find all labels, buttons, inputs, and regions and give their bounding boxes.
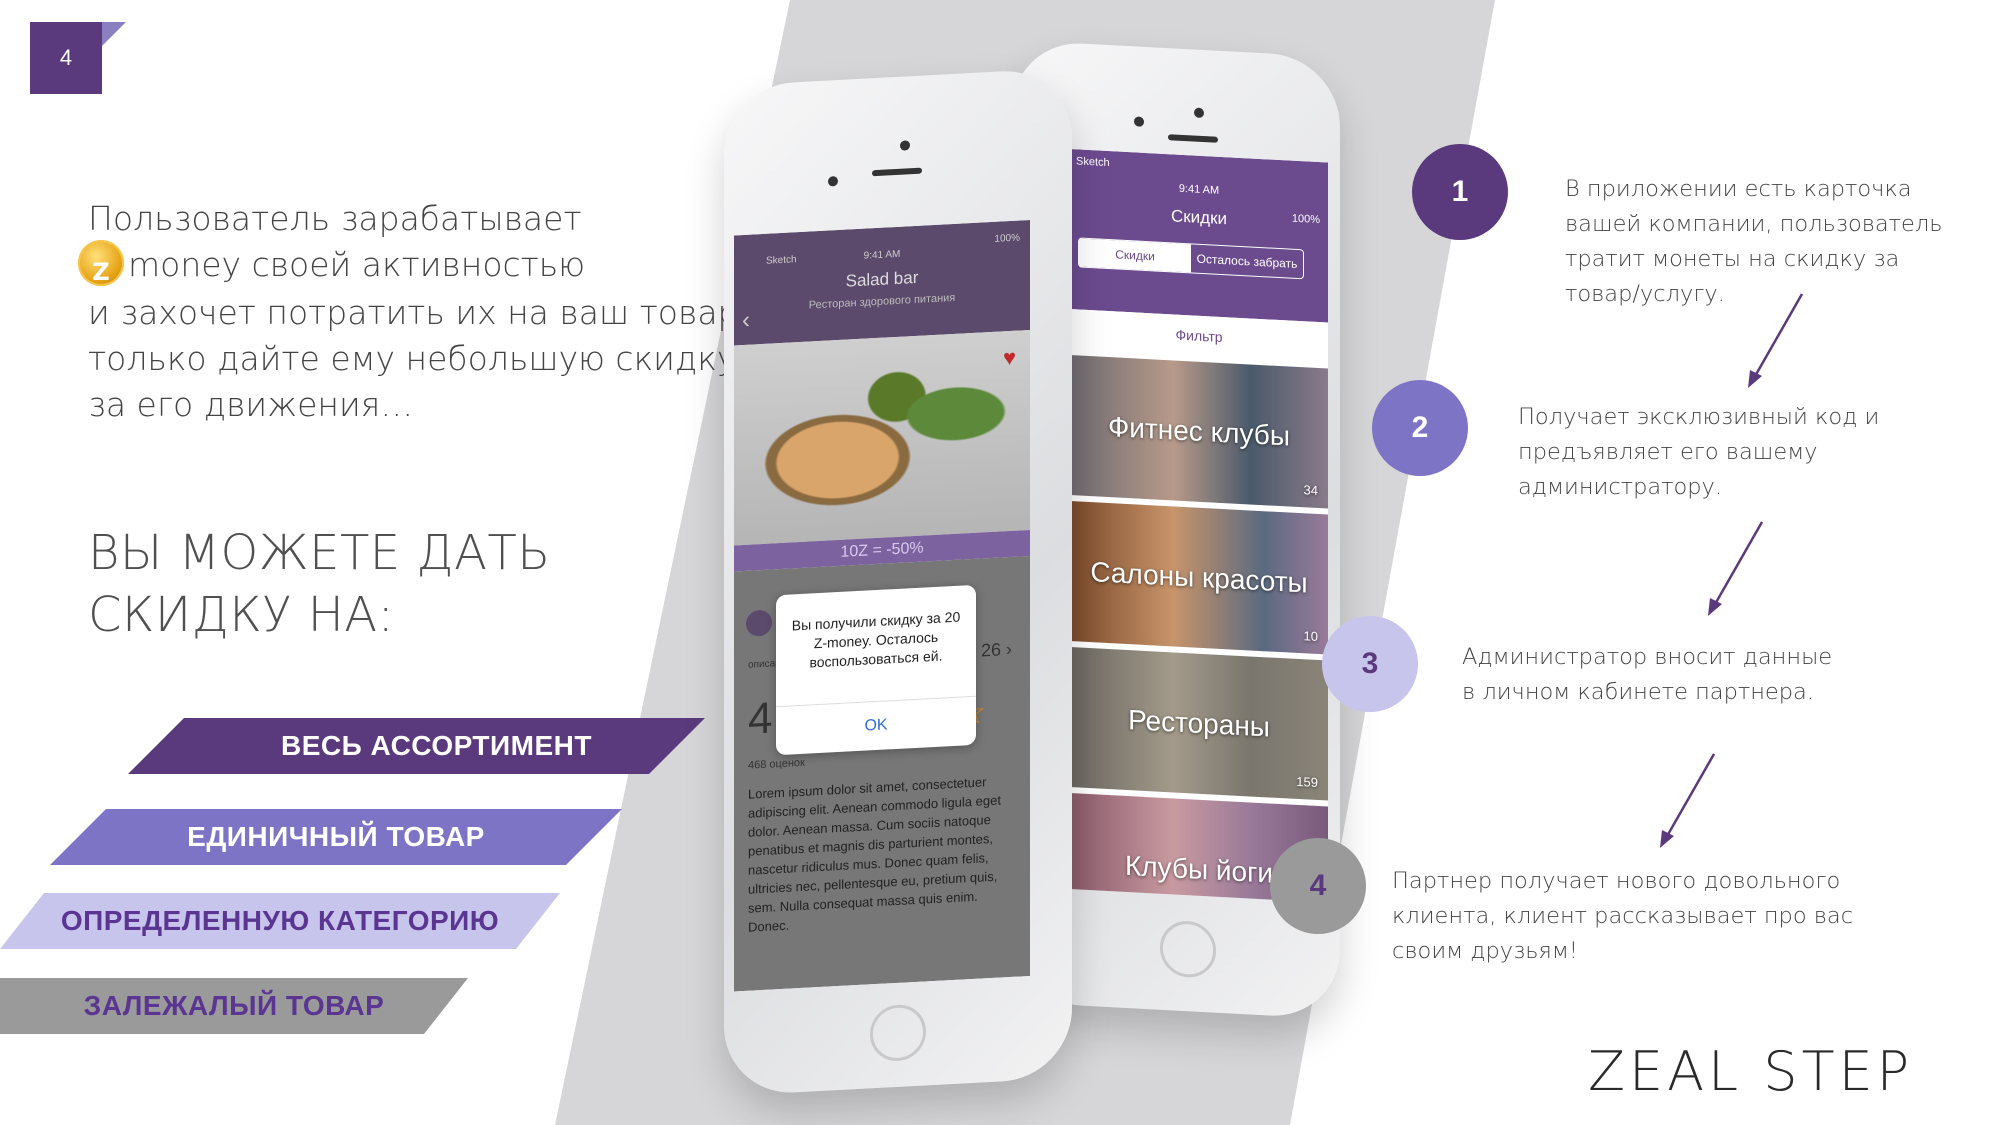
home-button	[870, 1003, 926, 1063]
status-carrier: Sketch	[1076, 155, 1110, 170]
arrow-icon	[1748, 293, 1804, 388]
front-phone-screen: Sketch 9:41 AM 100% ‹ Salad bar Ресторан…	[734, 219, 1030, 992]
description-text: Lorem ipsum dolor sit amet, consectetuer…	[748, 774, 1001, 935]
category-label: Салоны красоты	[1090, 556, 1308, 599]
step-line: вашей компании, пользователь	[1565, 211, 1943, 237]
step-line: администратору.	[1518, 474, 1723, 500]
category-label: Фитнес клубы	[1108, 411, 1290, 452]
status-battery: 100%	[994, 232, 1020, 245]
headline-line: ВЫ МОЖЕТЕ ДАТЬ	[88, 525, 551, 581]
headline-line: СКИДКУ НА:	[88, 587, 395, 643]
dialog-message: Вы получили скидку за 20 Z-money. Остало…	[791, 608, 961, 671]
arrow-icon	[1660, 753, 1716, 848]
step-line: Получает эксклюзивный код и	[1518, 404, 1880, 430]
app-header: Sketch 9:41 AM 100% ‹ Salad bar Ресторан…	[734, 219, 1030, 346]
step-line: тратит монеты на скидку за	[1565, 246, 1900, 272]
step-line: в личном кабинете партнера.	[1462, 679, 1814, 705]
speaker	[1168, 134, 1218, 143]
app-header: Sketch 9:41 AM 100% Скидки Скидки Остало…	[1070, 149, 1328, 323]
step-3-circle: 3	[1322, 616, 1418, 712]
step-line: клиента, клиент рассказывает про вас	[1392, 903, 1854, 929]
step-4-text: Партнер получает нового довольного клиен…	[1392, 864, 1853, 969]
front-phone: Sketch 9:41 AM 100% ‹ Salad bar Ресторан…	[724, 67, 1072, 1097]
intro-text: Пользователь зарабатывает money своей ак…	[78, 196, 749, 428]
tab-remaining[interactable]: Осталось забрать	[1191, 244, 1303, 278]
step-4-circle: 4	[1270, 838, 1366, 934]
intro-line: Пользователь зарабатывает	[88, 199, 582, 238]
category-count: 159	[1296, 773, 1318, 791]
step-line: В приложении есть карточка	[1565, 176, 1912, 202]
review-count-link[interactable]: 26 ›	[981, 639, 1012, 662]
heart-icon[interactable]: ♥	[1003, 345, 1016, 372]
category-label: Клубы йоги	[1125, 849, 1273, 889]
home-button	[1160, 919, 1216, 979]
slide-number: 4	[30, 22, 102, 94]
option-single-product: ЕДИНИЧНЫЙ ТОВАР	[50, 809, 622, 865]
back-phone-screen: Sketch 9:41 AM 100% Скидки Скидки Остало…	[1070, 149, 1328, 903]
intro-line: и захочет потратить их на ваш товар,	[88, 292, 749, 332]
intro-line: за его движения…	[88, 384, 414, 424]
camera	[828, 176, 838, 187]
category-fitness[interactable]: Фитнес клубы 34	[1070, 355, 1328, 509]
category-count: 34	[1303, 482, 1318, 499]
camera	[900, 140, 910, 151]
tabs: Скидки Осталось забрать	[1078, 237, 1304, 280]
discount-dialog: Вы получили скидку за 20 Z-money. Остало…	[776, 584, 976, 756]
intro-line-coin: money своей активностью	[78, 239, 708, 295]
tab-discounts[interactable]: Скидки	[1079, 238, 1191, 273]
step-3-text: Администратор вносит данные в личном каб…	[1462, 640, 1832, 710]
camera	[1134, 116, 1144, 127]
category-count: 10	[1303, 628, 1318, 645]
option-specific-category: ОПРЕДЕЛЕННУЮ КАТЕГОРИЮ	[0, 893, 560, 949]
speaker	[872, 167, 922, 177]
step-line: Партнер получает нового довольного	[1392, 868, 1841, 894]
camera	[1194, 107, 1204, 119]
intro-line: только дайте ему небольшую скидку	[88, 338, 737, 378]
step-line: своим друзьям!	[1392, 938, 1578, 964]
dialog-ok-button[interactable]: OK	[776, 695, 976, 756]
step-1-circle: 1	[1412, 144, 1508, 240]
category-label: Рестораны	[1128, 704, 1270, 743]
option-all-assortment: ВЕСЬ АССОРТИМЕНТ	[128, 718, 705, 774]
z-coin-icon	[78, 239, 124, 295]
review-count: 26	[980, 639, 1001, 661]
arrow-icon	[1708, 521, 1764, 616]
step-line: предъявляет его вашему	[1518, 439, 1818, 465]
step-2-text: Получает эксклюзивный код и предъявляет …	[1518, 400, 1879, 505]
headline: ВЫ МОЖЕТЕ ДАТЬ СКИДКУ НА:	[88, 522, 551, 646]
step-line: Администратор вносит данные	[1462, 644, 1833, 670]
intro-line: money своей активностью	[128, 245, 586, 284]
category-beauty[interactable]: Салоны красоты 10	[1070, 501, 1328, 655]
category-restaurants[interactable]: Рестораны 159	[1070, 647, 1328, 801]
food-image: ♥	[734, 329, 1030, 546]
screen-title: Скидки	[1170, 206, 1228, 229]
step-2-circle: 2	[1372, 380, 1468, 476]
brand-logo: ZEAL STEP	[1588, 1040, 1914, 1103]
status-time: 9:41 AM	[1178, 182, 1220, 197]
option-stale-product: ЗАЛЕЖАЛЫЙ ТОВАР	[0, 978, 468, 1034]
